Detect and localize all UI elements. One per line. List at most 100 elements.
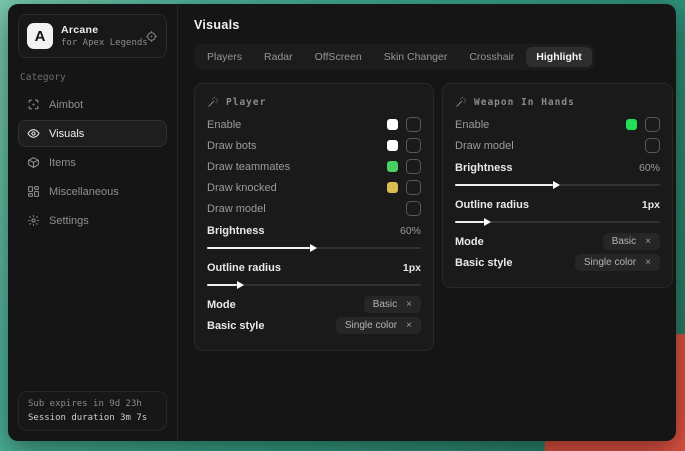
setting-label: Mode [207,299,236,311]
checkbox[interactable] [645,138,660,153]
layout-grid-icon [27,185,40,198]
chip-row: Mode Basic × [455,231,660,252]
slider-value: 1px [642,199,660,211]
panel-header: Weapon In Hands [455,96,660,108]
setting-label: Outline radius [455,199,529,211]
panel-title: Player [226,97,266,108]
category-label: Category [20,72,165,83]
setting-label: Mode [455,236,484,248]
sidebar-item-aimbot[interactable]: Aimbot [18,91,167,118]
setting-label: Draw knocked [207,182,277,194]
gear-icon [27,214,40,227]
chip-remove-icon[interactable]: × [406,300,412,310]
setting-label: Draw model [455,140,514,152]
package-icon [27,156,40,169]
color-swatch[interactable] [387,161,398,172]
checkbox[interactable] [406,180,421,195]
sidebar-item-visuals[interactable]: Visuals [18,120,167,147]
tab-skin-changer[interactable]: Skin Changer [374,47,458,67]
slider-track[interactable] [207,284,421,286]
color-swatch[interactable] [626,119,637,130]
toggle-row: Enable [207,114,421,135]
checkbox[interactable] [645,117,660,132]
toggle-row: Draw bots [207,135,421,156]
slider-thumb[interactable] [237,281,244,289]
value-chip[interactable]: Single color × [336,317,421,334]
crosshair-icon [27,98,40,111]
sub-expires-text: Sub expires in 9d 23h [28,399,157,409]
chip-row: Mode Basic × [207,294,421,315]
sidebar-item-label: Miscellaneous [49,186,119,198]
brand-card: A Arcane for Apex Legends [18,14,167,58]
checkbox[interactable] [406,138,421,153]
slider-row: Outline radius 1px [455,194,660,223]
page-title: Visuals [194,18,673,32]
sidebar-item-label: Settings [49,215,89,227]
checkbox[interactable] [406,117,421,132]
subscription-card: Sub expires in 9d 23h Session duration 3… [18,391,167,431]
brand-text: Arcane for Apex Legends [61,24,137,48]
color-swatch[interactable] [387,140,398,151]
slider-thumb[interactable] [553,181,560,189]
value-chip[interactable]: Basic × [603,233,660,250]
setting-label: Basic style [455,257,512,269]
tab-bar: PlayersRadarOffScreenSkin ChangerCrossha… [194,44,595,70]
settings-panel: Player Enable Draw bots Draw teammates D… [194,83,434,351]
chip-remove-icon[interactable]: × [645,237,651,247]
panel-rows: Enable Draw model Brightness 60% Outline… [455,114,660,273]
tab-offscreen[interactable]: OffScreen [305,47,372,67]
app-title: Arcane [61,24,137,36]
value-chip[interactable]: Single color × [575,254,660,271]
panel-title: Weapon In Hands [474,97,575,108]
slider-value: 60% [639,162,660,174]
slider-track[interactable] [207,247,421,249]
chip-remove-icon[interactable]: × [645,258,651,268]
slider-value: 60% [400,225,421,237]
sidebar-item-label: Aimbot [49,99,83,111]
chip-label: Single color [345,320,397,331]
slider-value: 1px [403,262,421,274]
checkbox[interactable] [406,159,421,174]
session-duration-text: Session duration 3m 7s [28,413,157,423]
tab-highlight[interactable]: Highlight [526,47,592,67]
target-icon[interactable] [145,30,158,43]
slider-fill [455,221,484,223]
tab-players[interactable]: Players [197,47,252,67]
color-swatch[interactable] [387,119,398,130]
slider-row: Brightness 60% [455,157,660,186]
toggle-row: Draw teammates [207,156,421,177]
sidebar-item-items[interactable]: Items [18,149,167,176]
slider-fill [207,284,237,286]
slider-thumb[interactable] [484,218,491,226]
panels-area: Player Enable Draw bots Draw teammates D… [194,83,673,351]
tab-radar[interactable]: Radar [254,47,303,67]
main-content: Visuals PlayersRadarOffScreenSkin Change… [178,4,685,441]
slider-track[interactable] [455,221,660,223]
sidebar-item-miscellaneous[interactable]: Miscellaneous [18,178,167,205]
checkbox[interactable] [406,201,421,216]
toggle-row: Draw model [207,198,421,219]
chip-remove-icon[interactable]: × [406,321,412,331]
slider-thumb[interactable] [310,244,317,252]
toggle-row: Draw model [455,135,660,156]
panel-header: Player [207,96,421,108]
wand-icon [207,96,219,108]
wand-icon [455,96,467,108]
color-swatch[interactable] [387,182,398,193]
chip-label: Basic [373,299,397,310]
tab-crosshair[interactable]: Crosshair [459,47,524,67]
app-logo: A [27,23,53,49]
settings-panel: Weapon In Hands Enable Draw model Bright… [442,83,673,288]
value-chip[interactable]: Basic × [364,296,421,313]
toggle-row: Enable [455,114,660,135]
slider-track[interactable] [455,184,660,186]
setting-label: Draw bots [207,140,257,152]
sidebar-item-settings[interactable]: Settings [18,207,167,234]
panel-rows: Enable Draw bots Draw teammates Draw kno… [207,114,421,336]
slider-fill [207,247,310,249]
app-window: A Arcane for Apex Legends Category Aimbo… [8,4,676,441]
chip-label: Single color [584,257,636,268]
sidebar-nav: Aimbot Visuals Items Miscellaneous Setti… [18,91,167,234]
setting-label: Draw teammates [207,161,290,173]
sidebar: A Arcane for Apex Legends Category Aimbo… [8,4,178,441]
